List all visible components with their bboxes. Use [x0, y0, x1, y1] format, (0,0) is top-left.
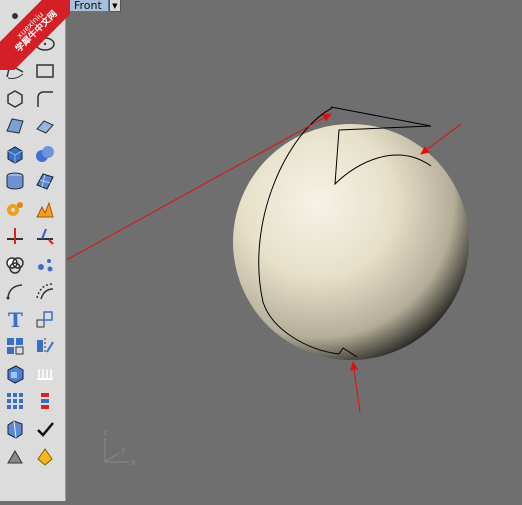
svg-text:T: T — [8, 308, 23, 330]
explode-icon — [36, 200, 54, 217]
transform-gear-icon — [7, 201, 23, 216]
scale-button[interactable] — [32, 307, 58, 331]
surface-corner-icon — [6, 118, 24, 134]
scale-icon — [36, 310, 53, 327]
mirror-icon — [37, 338, 54, 354]
watermark-logo: xuexiniu 学犀牛中文网 — [0, 0, 70, 70]
array-button[interactable] — [2, 334, 28, 358]
toolbar-grid: T — [2, 4, 60, 472]
surface-patch-button[interactable] — [32, 169, 58, 193]
axis-y-label: y — [121, 445, 126, 454]
sphere-union-button[interactable] — [32, 142, 58, 166]
material-icon — [7, 450, 23, 464]
split-icon — [7, 228, 23, 244]
axis-x-label: x — [131, 458, 136, 467]
box-button[interactable] — [2, 142, 28, 166]
solid-box-button[interactable] — [2, 362, 28, 386]
light-icon — [37, 448, 53, 466]
dimension-button[interactable] — [32, 362, 58, 386]
surface-corner-button[interactable] — [2, 114, 28, 138]
boolean-icon — [6, 256, 24, 274]
extrude-surface-icon — [36, 120, 54, 134]
main-toolbar: T — [0, 0, 66, 501]
surface-patch-icon — [36, 173, 54, 190]
polygon-button[interactable] — [2, 87, 28, 111]
points-button[interactable] — [32, 252, 58, 276]
trim-icon — [37, 228, 54, 245]
array-icon — [7, 338, 24, 355]
grid-button[interactable] — [2, 389, 28, 413]
arrow-to-bottom — [350, 361, 361, 413]
trim-button[interactable] — [32, 224, 58, 248]
arrow-to-right — [420, 123, 462, 155]
front-viewport[interactable]: z y x — [51, 12, 522, 501]
mirror-button[interactable] — [32, 334, 58, 358]
curve-fillet-button[interactable] — [32, 87, 58, 111]
fillet-icon — [6, 284, 23, 300]
fillet-button[interactable] — [2, 279, 28, 303]
split-button[interactable] — [2, 224, 28, 248]
check-button[interactable] — [32, 417, 58, 441]
offset-button[interactable] — [32, 279, 58, 303]
render-button[interactable] — [2, 417, 28, 441]
cylinder-button[interactable] — [2, 169, 28, 193]
transform-gear-button[interactable] — [2, 197, 28, 221]
viewport-dropdown-icon[interactable]: ▼ — [108, 0, 121, 12]
box-icon — [7, 145, 23, 164]
viewport-tab[interactable]: Front ▼ — [67, 0, 121, 12]
explode-button[interactable] — [32, 197, 58, 221]
sphere-union-icon — [36, 145, 54, 162]
light-button[interactable] — [32, 444, 58, 468]
axis-z-label: z — [103, 428, 107, 437]
cylinder-icon — [6, 172, 24, 190]
polygon-icon — [7, 89, 23, 108]
text-button[interactable]: T — [2, 307, 28, 331]
viewport-canvas[interactable]: z y x — [51, 12, 522, 501]
boolean-button[interactable] — [2, 252, 28, 276]
snap-button[interactable] — [32, 389, 58, 413]
material-button[interactable] — [2, 444, 28, 468]
offset-icon — [36, 283, 54, 300]
curve-fillet-icon — [37, 90, 53, 107]
render-icon — [7, 419, 23, 439]
viewport-title[interactable]: Front — [67, 0, 109, 12]
sphere[interactable] — [233, 124, 469, 360]
text-icon: T — [8, 308, 23, 330]
dimension-icon — [37, 368, 53, 380]
snap-icon — [41, 393, 49, 409]
check-icon — [37, 421, 54, 437]
extrude-surface-button[interactable] — [32, 114, 58, 138]
grid-icon — [7, 393, 23, 409]
points-icon — [38, 258, 53, 271]
solid-box-icon — [7, 364, 24, 384]
